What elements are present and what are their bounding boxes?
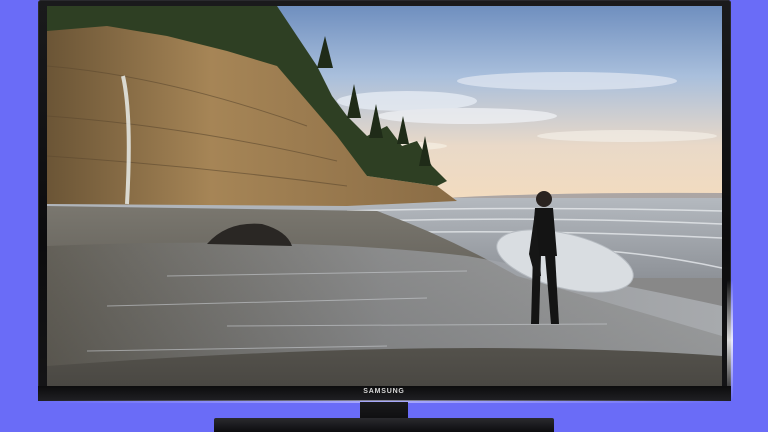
tv-screen [47,6,722,386]
beach-scene-image [47,6,722,386]
tv-stand-base [214,418,554,432]
product-stage: SAMSUNG [0,0,768,432]
brand-logo: SAMSUNG [363,388,405,395]
